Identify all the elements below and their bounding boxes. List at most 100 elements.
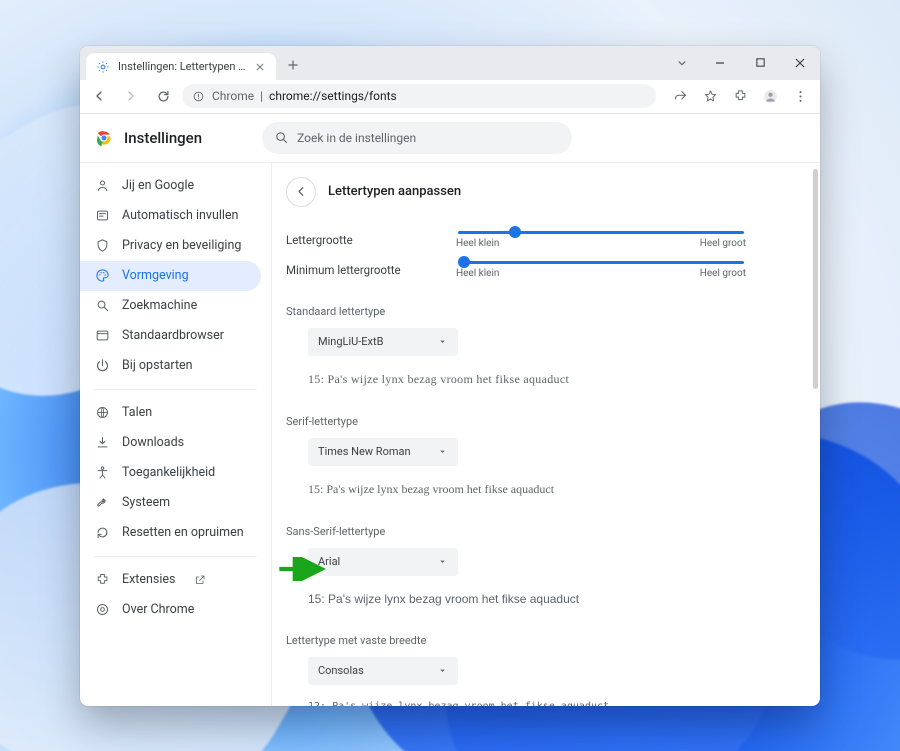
chevron-down-icon [437,336,448,347]
bookmark-button[interactable] [696,83,724,109]
sidebar-item-default-browser[interactable]: Standaardbrowser [80,321,261,351]
chevron-down-icon [437,556,448,567]
scrollbar[interactable] [813,169,818,389]
chrome-icon [94,602,110,618]
sidebar-label: Systeem [122,495,170,510]
mono-font-heading: Lettertype met vaste breedte [286,634,746,647]
minimize-button[interactable] [700,46,740,80]
sidebar-label: Standaardbrowser [122,328,224,343]
search-icon [94,298,110,314]
menu-button[interactable] [786,83,814,109]
min-font-size-row: Minimum lettergrootte Heel klein Heel gr… [286,261,746,279]
dropdown-value: MingLiU-ExtB [318,335,383,348]
close-window-button[interactable] [780,46,820,80]
settings-content: Lettertypen aanpassen Lettergrootte [272,163,820,706]
back-button[interactable] [286,177,316,207]
min-font-size-label: Minimum lettergrootte [286,263,416,277]
mono-font-dropdown[interactable]: Consolas [308,657,458,685]
sidebar-label: Downloads [122,435,184,450]
settings-header: Instellingen Zoek in de instellingen [80,114,820,162]
sidebar-item-reset[interactable]: Resetten en opruimen [80,518,261,548]
sidebar-item-privacy[interactable]: Privacy en beveiliging [80,231,261,261]
browser-toolbar: Chrome | chrome://settings/fonts [80,80,820,114]
min-font-size-slider[interactable] [458,261,744,264]
sans-font-sample: 15: Pa's wijze lynx bezag vroom het fiks… [308,586,746,614]
standard-font-sample: 15: Pa's wijze lynx bezag vroom het fiks… [308,366,746,395]
sidebar-label: Vormgeving [122,268,189,283]
sidebar-item-languages[interactable]: Talen [80,398,261,428]
sidebar-label: Talen [122,405,152,420]
window-controls [664,46,820,80]
window-titlebar: Instellingen: Lettertypen aanpas… [80,46,820,80]
extensions-button[interactable] [726,83,754,109]
slider-max-label: Heel groot [700,268,746,279]
share-button[interactable] [666,83,694,109]
mono-font-sample: 12: Pa's wijze lynx bezag vroom het fiks… [308,695,746,706]
settings-gear-icon [96,60,110,74]
maximize-button[interactable] [740,46,780,80]
sans-font-dropdown[interactable]: Arial [308,548,458,576]
tab-title: Instellingen: Lettertypen aanpas… [118,60,246,73]
wrench-icon [94,495,110,511]
browser-tab[interactable]: Instellingen: Lettertypen aanpas… [86,53,276,81]
sidebar-label: Automatisch invullen [122,208,238,223]
settings-body: Jij en Google Automatisch invullen Priva… [80,162,820,706]
slider-min-label: Heel klein [456,268,499,279]
sidebar-item-extensions[interactable]: Extensies [80,565,261,595]
profile-button[interactable] [756,83,784,109]
slider-thumb[interactable] [458,256,470,268]
url-path: chrome://settings/fonts [269,89,397,103]
chrome-logo-icon [94,128,114,148]
puzzle-icon [94,572,110,588]
serif-font-sample: 15: Pa's wijze lynx bezag vroom het fiks… [308,476,746,505]
dropdown-value: Arial [318,555,340,568]
sidebar-label: Bij opstarten [122,358,193,373]
accessibility-icon [94,465,110,481]
external-link-icon [194,574,206,586]
slider-thumb[interactable] [509,226,521,238]
forward-button[interactable] [118,83,144,109]
settings-search[interactable]: Zoek in de instellingen [262,122,572,154]
dropdown-value: Times New Roman [318,445,411,458]
site-info-icon[interactable] [192,90,206,103]
tab-close-button[interactable] [254,61,266,73]
page-header: Lettertypen aanpassen [286,163,746,217]
settings-title: Instellingen [124,129,202,147]
browser-window: Instellingen: Lettertypen aanpas… [80,46,820,706]
back-button[interactable] [86,83,112,109]
url-scheme: Chrome [212,89,254,103]
settings-app: Instellingen Zoek in de instellingen Jij… [80,114,820,706]
serif-font-dropdown[interactable]: Times New Roman [308,438,458,466]
sidebar-item-on-startup[interactable]: Bij opstarten [80,351,261,381]
sidebar-item-about[interactable]: Over Chrome [80,595,261,625]
sidebar-item-autofill[interactable]: Automatisch invullen [80,201,261,231]
standard-font-dropdown[interactable]: MingLiU-ExtB [308,328,458,356]
sidebar-item-appearance[interactable]: Vormgeving [80,261,261,291]
new-tab-button[interactable] [280,52,306,78]
tab-overflow-button[interactable] [664,46,700,80]
search-placeholder: Zoek in de instellingen [297,131,416,145]
sidebar-item-downloads[interactable]: Downloads [80,428,261,458]
settings-sidebar: Jij en Google Automatisch invullen Priva… [80,163,272,706]
reload-button[interactable] [150,83,176,109]
url-divider: | [260,89,263,103]
sidebar-label: Extensies [122,572,176,587]
font-size-slider[interactable] [458,231,744,234]
content-scroll[interactable]: Lettertypen aanpassen Lettergrootte [272,163,820,706]
sidebar-divider [94,556,257,557]
font-size-label: Lettergrootte [286,233,416,247]
sidebar-item-accessibility[interactable]: Toegankelijkheid [80,458,261,488]
sidebar-divider [94,389,257,390]
search-icon [274,130,289,145]
chevron-down-icon [437,446,448,457]
sidebar-item-search-engine[interactable]: Zoekmachine [80,291,261,321]
reset-icon [94,525,110,541]
slider-min-label: Heel klein [456,238,499,249]
sidebar-label: Zoekmachine [122,298,197,313]
dropdown-value: Consolas [318,664,364,677]
address-bar[interactable]: Chrome | chrome://settings/fonts [182,84,656,108]
sidebar-label: Privacy en beveiliging [122,238,241,253]
chevron-down-icon [437,665,448,676]
sidebar-item-you-and-google[interactable]: Jij en Google [80,171,261,201]
sidebar-item-system[interactable]: Systeem [80,488,261,518]
